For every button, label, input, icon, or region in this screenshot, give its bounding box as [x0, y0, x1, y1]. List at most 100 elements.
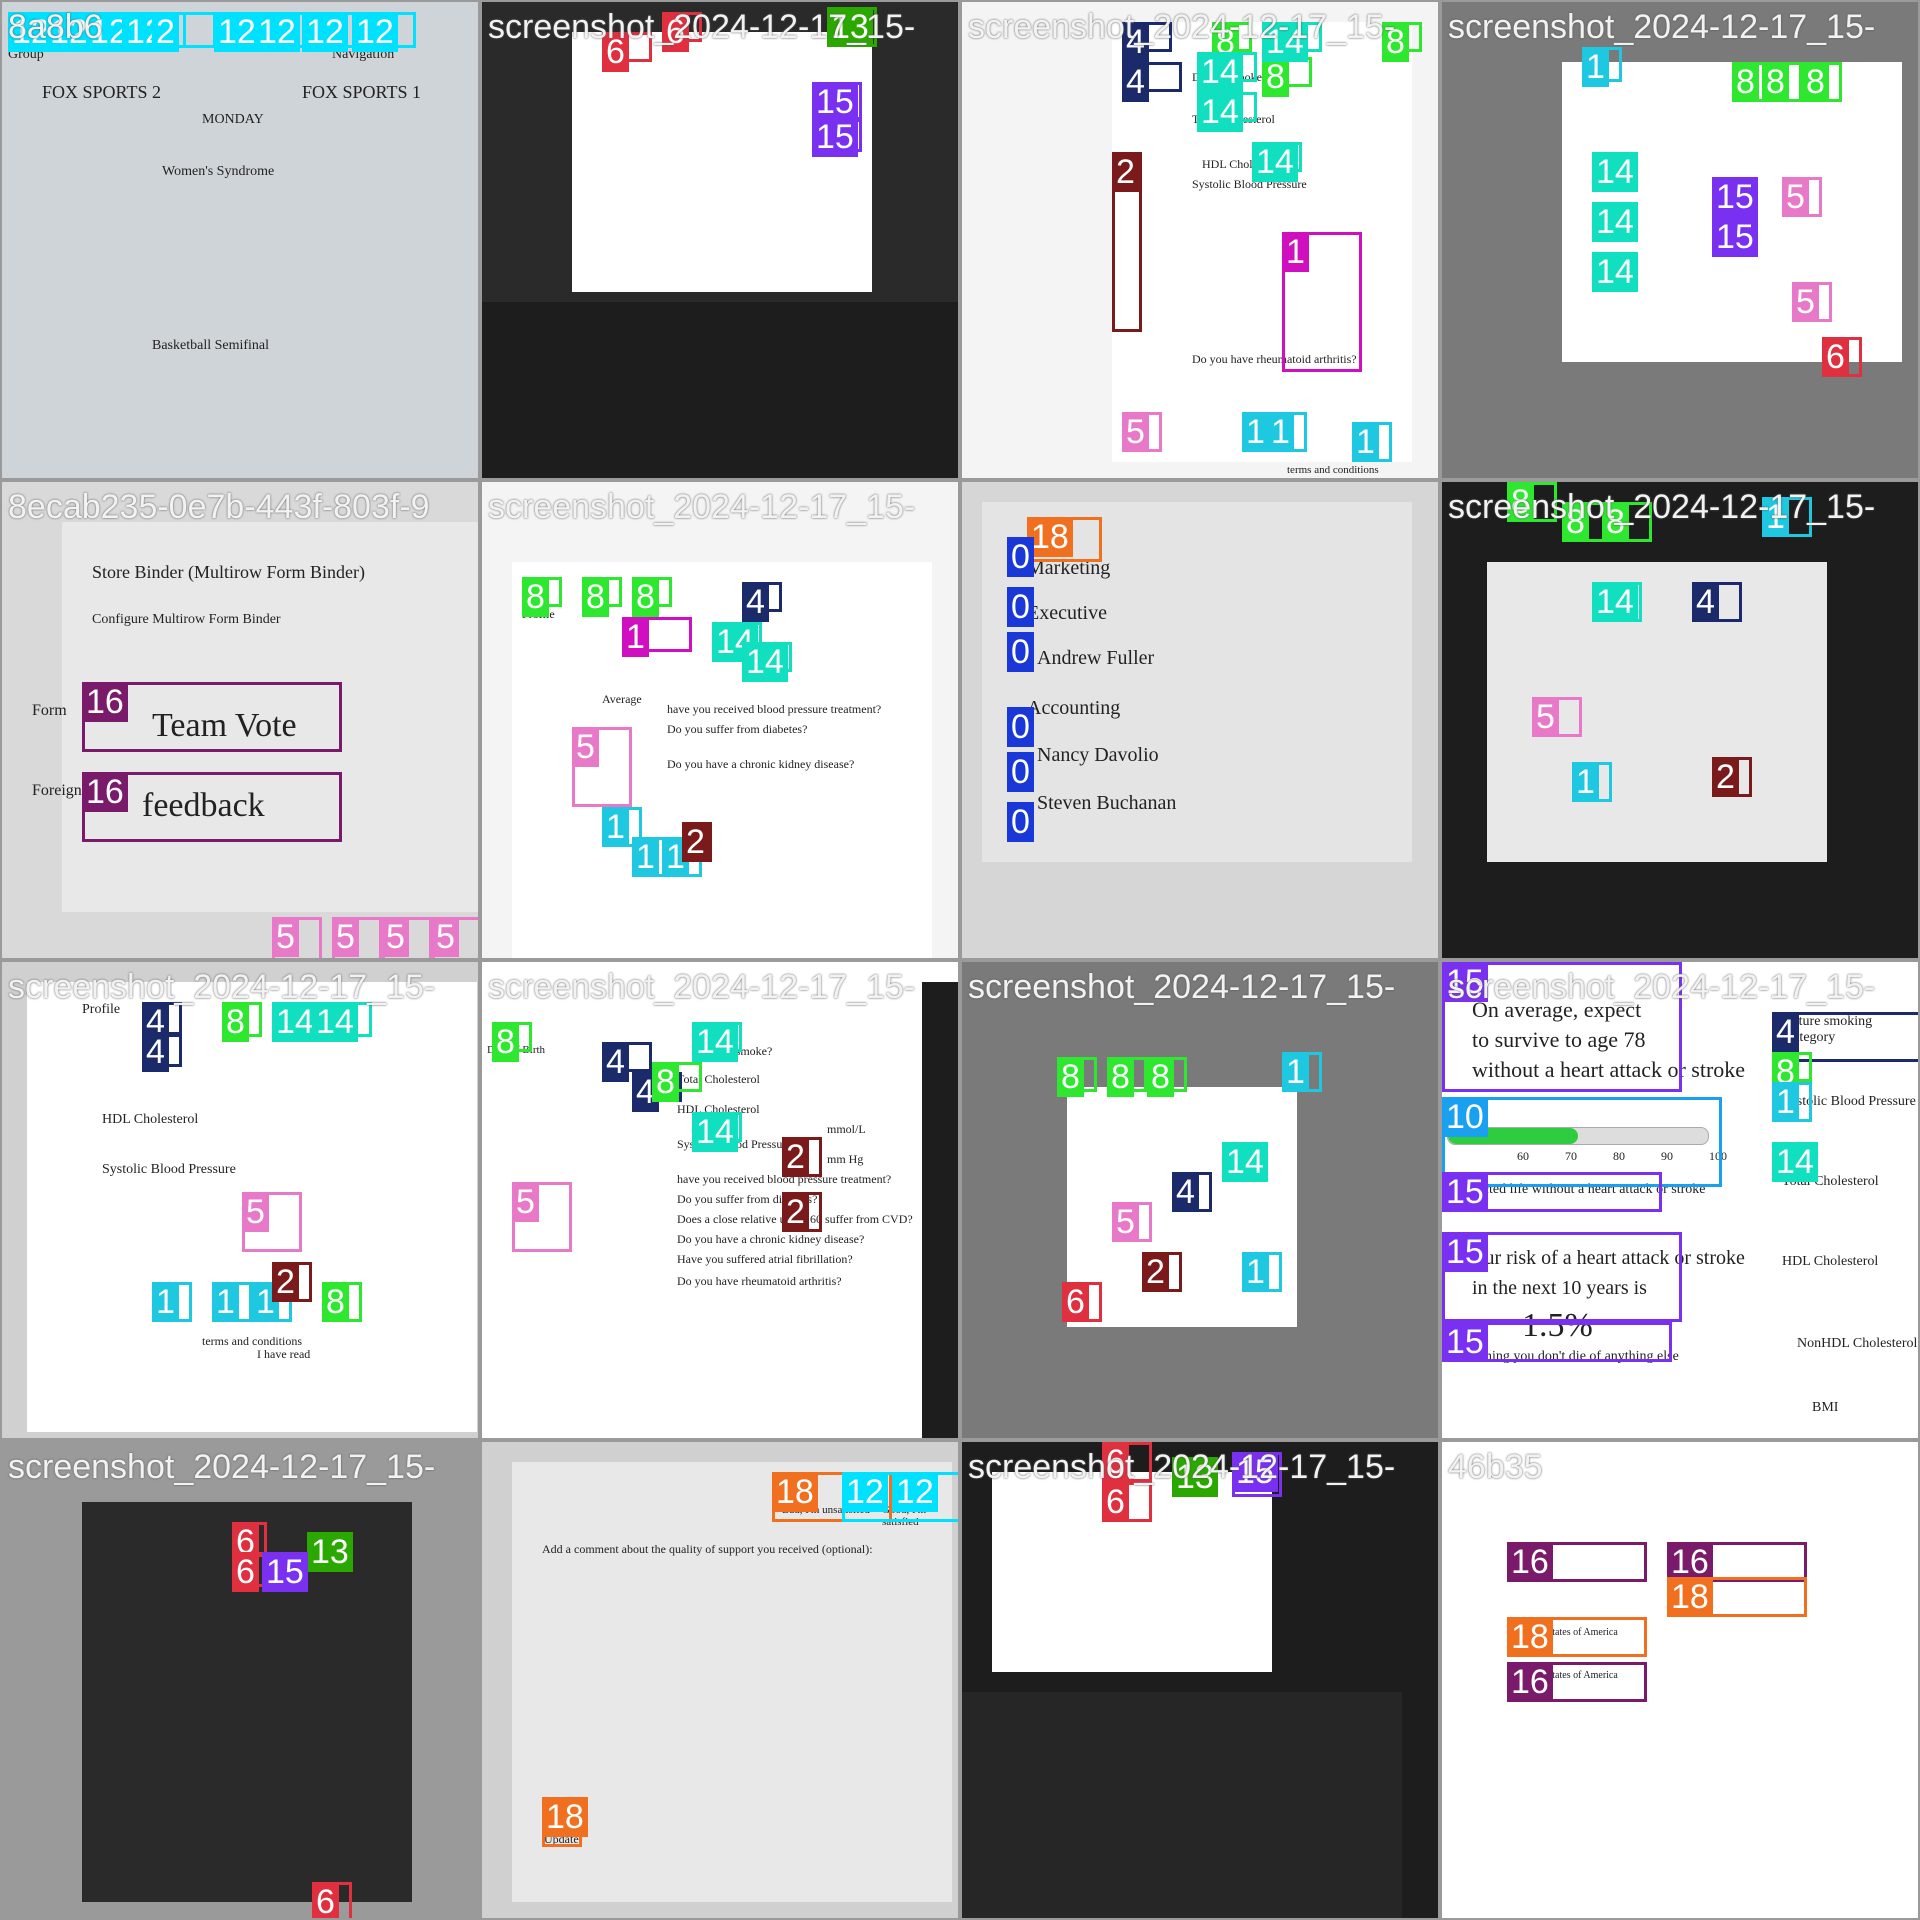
annotation-box: 0 [1007, 752, 1034, 792]
annotation-label: 10 [1442, 1097, 1488, 1137]
annotation-label: 8 [1762, 62, 1789, 102]
annotation-label: 2 [1712, 757, 1739, 797]
annotation-label: 5 [432, 917, 459, 957]
annotation-label: 14 [1252, 142, 1298, 182]
mosaic-tile: United States of America United States of… [1442, 1442, 1918, 1918]
tile-filename: screenshot_2024-12-17_15- [488, 968, 916, 1006]
annotation-box: 14 [1772, 1142, 1818, 1182]
screen-text: I have read [257, 1347, 311, 1361]
annotation-box: 2 [1112, 152, 1142, 332]
mosaic-tile: On average, expect to survive to age 78 wi… [1442, 962, 1918, 1438]
annotation-box: 5 [1532, 697, 1582, 737]
tile-filename: screenshot_2024-12-17_15- [968, 8, 1396, 46]
tile-filename: screenshot_2024-12-17_15- [488, 488, 916, 526]
annotation-label: 1 [1242, 1252, 1269, 1292]
annotation-label: 14 [272, 1002, 318, 1042]
annotation-box: 5 [1122, 412, 1162, 452]
annotation-box: 15 [812, 117, 862, 157]
mosaic-tile: FOX SPORTS 2 FOX SPORTS 1 MONDAY Women's Sy… [2, 2, 478, 478]
screenshot-panel [2, 2, 478, 478]
annotation-label: 0 [1007, 707, 1034, 747]
annotation-label: 13 [307, 1532, 353, 1572]
annotation-box: 0 [1007, 632, 1034, 672]
annotation-label: 2 [1112, 152, 1139, 192]
screenshot-region [962, 1692, 1402, 1918]
annotation-box: 1 [1267, 412, 1307, 452]
annotation-label: 4 [602, 1042, 629, 1082]
mosaic-tile: Do you smoke?Total CholesterolHDL Choles… [482, 962, 958, 1438]
screen-text: Women's Syndrome [162, 164, 275, 179]
annotation-box: 1 [1572, 762, 1612, 802]
annotation-box: 15 [1712, 177, 1758, 217]
annotation-box: 14 [692, 1112, 742, 1152]
annotation-label: 18 [772, 1472, 818, 1512]
annotation-label: 16 [1667, 1542, 1713, 1582]
annotation-label: 2 [782, 1137, 809, 1177]
annotation-label: 4 [1772, 1012, 1799, 1052]
screen-text: Do you have a chronic kidney disease? [677, 1232, 865, 1246]
tile-filename: screenshot_2024-12-17_15- [968, 1448, 1396, 1486]
screenshot-region [482, 302, 958, 478]
screen-text: mm Hg [827, 1152, 864, 1166]
annotation-box: 5 [382, 917, 432, 958]
screen-text: FOX SPORTS 1 [302, 82, 421, 102]
screen-text: BMI [1812, 1400, 1839, 1415]
annotation-label: 15 [1442, 1232, 1488, 1272]
annotation-box: 8 [582, 577, 622, 617]
annotation-label: 18 [1507, 1617, 1553, 1657]
screen-text: Have you suffered atrial fibrillation? [677, 1252, 853, 1266]
annotation-label: 16 [82, 772, 128, 812]
annotation-label: 14 [1197, 92, 1243, 132]
annotation-label: 14 [1592, 582, 1638, 622]
screen-text: Nancy Davolio [1037, 744, 1159, 766]
annotation-label: 1 [212, 1282, 239, 1322]
mosaic-tile: Marketing Executive Andrew Fuller Accountin… [962, 482, 1438, 958]
annotation-label: 8 [1802, 62, 1829, 102]
annotation-box: 18 [1507, 1617, 1647, 1657]
annotation-label: 12 [892, 1472, 938, 1512]
mosaic-tile: Store Binder (Multirow Form Binder) Confi… [2, 482, 478, 958]
annotation-box: 16 [1507, 1542, 1647, 1582]
annotation-label: 1 [1267, 412, 1294, 452]
annotation-label: 8 [632, 577, 659, 617]
annotation-box: 4 [142, 1032, 182, 1072]
annotation-box: 12 [892, 1472, 938, 1512]
annotation-label: 2 [1142, 1252, 1169, 1292]
annotation-box: 14 [312, 1002, 372, 1042]
annotation-box: 8 [1762, 62, 1802, 102]
annotation-label: 14 [1592, 202, 1638, 242]
annotation-label: 15 [812, 82, 858, 122]
screen-text: Andrew Fuller [1037, 647, 1155, 669]
annotation-label: 5 [1792, 282, 1819, 322]
annotation-label: 15 [1442, 1322, 1488, 1362]
annotation-box: 8 [1802, 62, 1842, 102]
annotation-label: 5 [1122, 412, 1149, 452]
annotation-box: 14 [1592, 202, 1638, 242]
mosaic-tile: Do you smoke?Total CholesterolHDL Choles… [962, 2, 1438, 478]
annotation-box: 14 [1592, 252, 1638, 292]
screen-text: Configure Multirow Form Binder [92, 612, 281, 627]
screen-text: FOX SPORTS 2 [42, 82, 161, 102]
screenshot-region [922, 982, 958, 1438]
annotation-label: 14 [312, 1002, 358, 1042]
annotation-label: 6 [232, 1552, 259, 1592]
annotation-box: 16 [82, 682, 342, 752]
annotation-label: 4 [142, 1032, 169, 1072]
annotation-box: 1 [1282, 232, 1362, 372]
tile-filename: 46b35 [1448, 1448, 1543, 1486]
annotation-box: 8 [652, 1062, 702, 1102]
annotation-label: 0 [1007, 587, 1034, 627]
annotation-mosaic: FOX SPORTS 2 FOX SPORTS 1 MONDAY Women's Sy… [0, 0, 1920, 1920]
annotation-box: 1 [1282, 1052, 1322, 1092]
annotation-label: 14 [692, 1112, 738, 1152]
annotation-box: 13 [307, 1532, 353, 1572]
annotation-label: 12 [214, 12, 260, 52]
annotation-box: 1 [1352, 422, 1392, 462]
annotation-label: 5 [1112, 1202, 1139, 1242]
annotation-label: 8 [1107, 1057, 1134, 1097]
annotation-label: 16 [1507, 1662, 1553, 1702]
annotation-box: 14 [1222, 1142, 1268, 1182]
annotation-box: 4 [602, 1042, 652, 1082]
screen-text: Do you have a chronic kidney disease? [667, 757, 855, 771]
screen-text: Store Binder (Multirow Form Binder) [92, 562, 365, 582]
